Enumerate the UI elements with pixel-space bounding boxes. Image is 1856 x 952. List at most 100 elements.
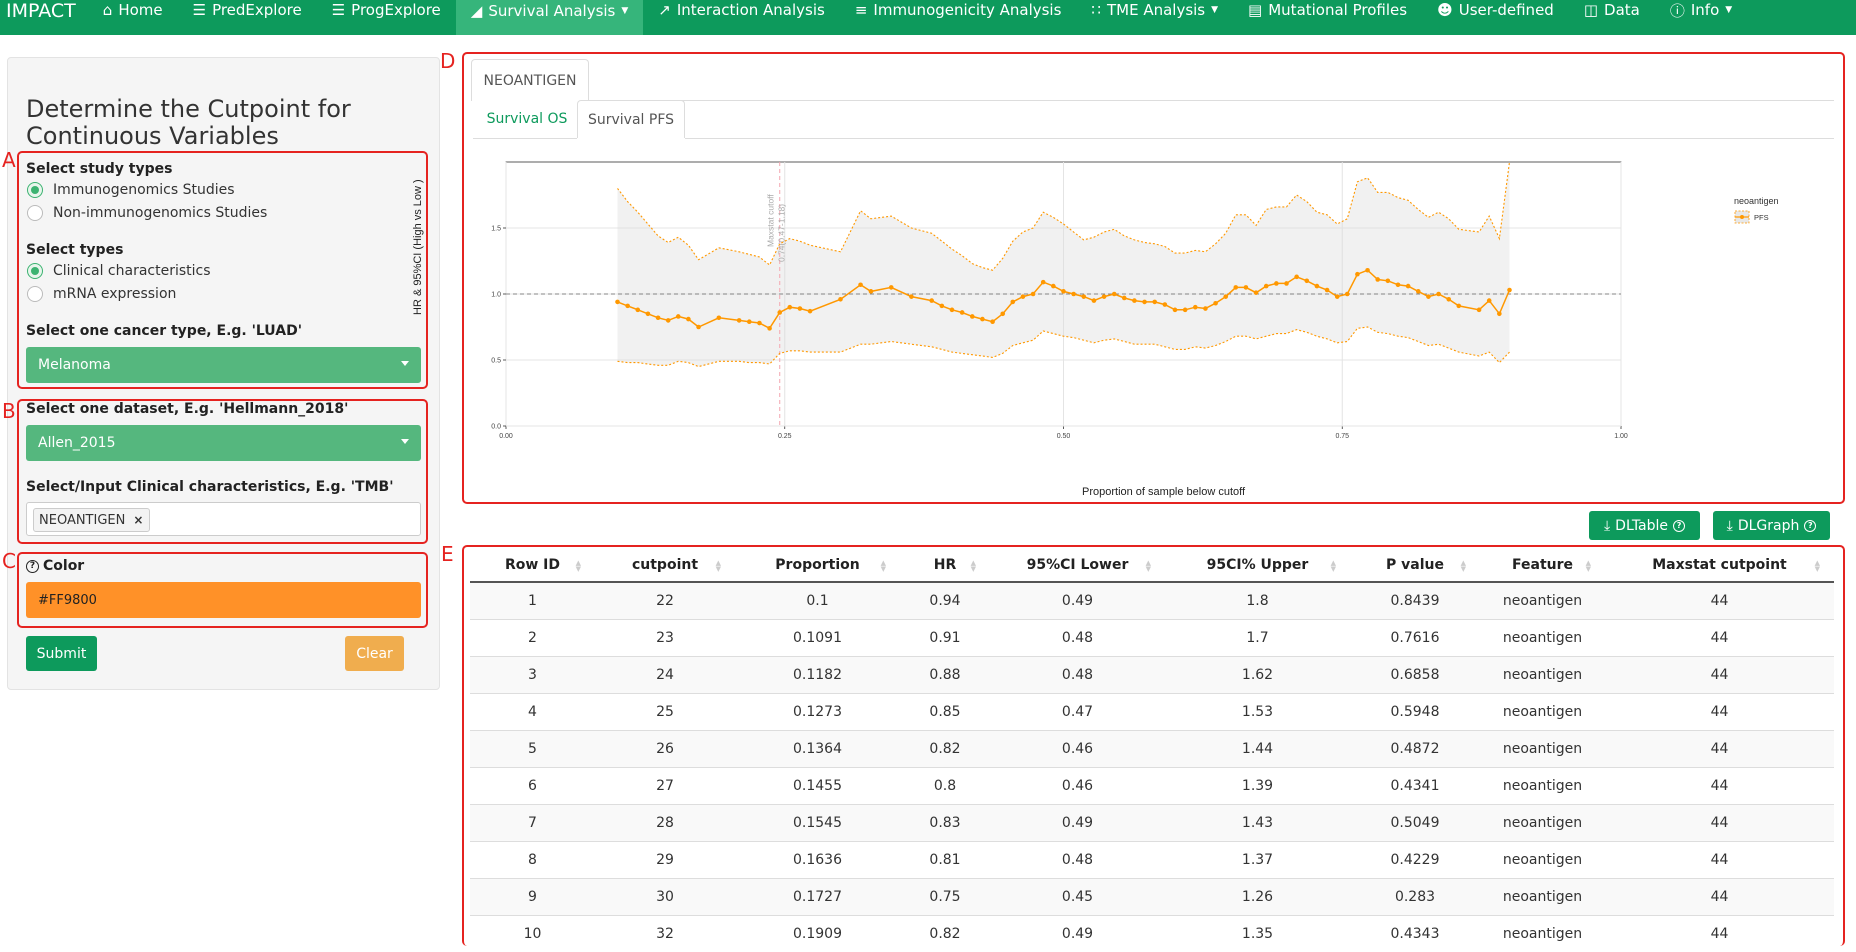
table-cell: 26 bbox=[595, 729, 735, 767]
nav-interaction-analysis[interactable]: ↗ Interaction Analysis bbox=[643, 0, 840, 28]
table-cell: 1.44 bbox=[1165, 729, 1350, 767]
radio-mrna[interactable]: mRNA expression bbox=[27, 286, 176, 302]
clear-button[interactable]: Clear bbox=[345, 636, 404, 671]
table-row[interactable]: 6 27 0.1455 0.8 0.46 1.39 0.4341 neoantigen 44 bbox=[470, 766, 1834, 804]
sort-icon: ▲ ▼ bbox=[1585, 559, 1591, 573]
dl-table-button[interactable]: ⤓ DLTable? bbox=[1589, 511, 1700, 540]
hr-point bbox=[615, 299, 620, 305]
table-cell: 0.4229 bbox=[1350, 840, 1480, 878]
table-row[interactable]: 4 25 0.1273 0.85 0.47 1.53 0.5948 neoantigen 44 bbox=[470, 692, 1834, 730]
help-icon[interactable]: ? bbox=[26, 559, 39, 573]
table-cell: 7 bbox=[470, 803, 595, 841]
col-feature[interactable]: Feature ▲ ▼ bbox=[1480, 548, 1605, 583]
nav-progexplore[interactable]: ☰ ProgExplore bbox=[317, 0, 456, 28]
hr-point bbox=[1081, 294, 1087, 299]
hr-point bbox=[625, 303, 630, 309]
table-cell: 0.1455 bbox=[735, 766, 900, 804]
table-row[interactable]: 3 24 0.1182 0.88 0.48 1.62 0.6858 neoantigen 44 bbox=[470, 655, 1834, 693]
radio-non-immunogenomics[interactable]: Non-immunogenomics Studies bbox=[27, 205, 267, 221]
nav-data[interactable]: ◫ Data bbox=[1569, 0, 1655, 28]
col-p-value[interactable]: P value ▲ ▼ bbox=[1350, 548, 1480, 583]
annotation-label-b: B bbox=[2, 399, 16, 423]
nav-immunogenicity-analysis[interactable]: ≡ Immunogenicity Analysis bbox=[840, 0, 1077, 28]
table-cell: 0.8 bbox=[900, 766, 990, 804]
table-cell: 0.82 bbox=[900, 914, 990, 952]
table-cell: 0.82 bbox=[900, 729, 990, 767]
table-cell: 0.1636 bbox=[735, 840, 900, 878]
hr-point bbox=[716, 315, 722, 321]
table-row[interactable]: 9 30 0.1727 0.75 0.45 1.26 0.283 neoantigen 44 bbox=[470, 877, 1834, 915]
clinical-characteristics-input[interactable]: NEOANTIGEN × bbox=[26, 502, 421, 536]
color-input[interactable]: #FF9800 bbox=[26, 582, 421, 618]
table-cell: 28 bbox=[595, 803, 735, 841]
nav-home[interactable]: ⌂ Home bbox=[88, 0, 178, 28]
hr-point bbox=[797, 306, 803, 311]
list-icon: ☰ bbox=[331, 1, 346, 19]
table-cell: neoantigen bbox=[1480, 877, 1605, 915]
table-cell: 0.48 bbox=[990, 618, 1165, 656]
table-cell: 29 bbox=[595, 840, 735, 878]
line-chart-icon: ↗ bbox=[658, 1, 671, 19]
table-row[interactable]: 8 29 0.1636 0.81 0.48 1.37 0.4229 neoantigen 44 bbox=[470, 840, 1834, 878]
table-cell: 0.5948 bbox=[1350, 692, 1480, 730]
help-icon: ? bbox=[1804, 519, 1817, 532]
nav-tme-analysis[interactable]: ∷ TME Analysis ▼ bbox=[1076, 0, 1233, 28]
brand-logo[interactable]: IMPACT bbox=[0, 0, 88, 29]
table-cell: 0.46 bbox=[990, 766, 1165, 804]
nav-info[interactable]: ⓘ Info ▼ bbox=[1655, 0, 1747, 28]
tab-survival-pfs[interactable]: Survival PFS bbox=[577, 100, 685, 138]
hr-point bbox=[1446, 296, 1452, 302]
table-cell: 0.1091 bbox=[735, 618, 900, 656]
nav-user-defined[interactable]: ☻ User-defined bbox=[1422, 0, 1569, 28]
col-ci-upper[interactable]: 95CI% Upper ▲ ▼ bbox=[1165, 548, 1350, 583]
table-cell: neoantigen bbox=[1480, 840, 1605, 878]
radio-immunogenomics[interactable]: Immunogenomics Studies bbox=[27, 182, 235, 198]
table-row[interactable]: 5 26 0.1364 0.82 0.46 1.44 0.4872 neoantigen 44 bbox=[470, 729, 1834, 767]
sort-icon: ▲ ▼ bbox=[1330, 559, 1336, 573]
tab-neoantigen[interactable]: NEOANTIGEN bbox=[471, 59, 589, 101]
submit-button[interactable]: Submit bbox=[26, 636, 97, 671]
tab-survival-os[interactable]: Survival OS bbox=[477, 100, 577, 138]
cancer-type-select[interactable]: Melanoma bbox=[26, 347, 421, 383]
table-header-row: Row ID ▲ ▼ cutpoint ▲ ▼ Proportion ▲ ▼ HR ▲ ▼ 95… bbox=[470, 548, 1834, 583]
hr-point bbox=[909, 294, 914, 299]
col-hr[interactable]: HR ▲ ▼ bbox=[900, 548, 990, 583]
nav-survival-analysis[interactable]: ◢ Survival Analysis ▼ bbox=[455, 0, 644, 35]
col-maxstat-cutpoint[interactable]: Maxstat cutpoint ▲ ▼ bbox=[1605, 548, 1834, 583]
hr-point bbox=[1172, 307, 1178, 313]
table-cell: 0.45 bbox=[990, 877, 1165, 915]
nav-mutational-profiles[interactable]: ▤ Mutational Profiles bbox=[1233, 0, 1422, 28]
dl-graph-button[interactable]: ⤓ DLGraph? bbox=[1713, 511, 1830, 540]
nav-predexplore[interactable]: ☰ PredExplore bbox=[178, 0, 317, 28]
table-cell: 5 bbox=[470, 729, 595, 767]
col-cutpoint[interactable]: cutpoint ▲ ▼ bbox=[595, 548, 735, 583]
radio-dot-checked bbox=[27, 263, 43, 279]
table-cell: 0.1545 bbox=[735, 803, 900, 841]
x-axis-label: Proportion of sample below cutoff bbox=[1082, 486, 1246, 498]
hr-point bbox=[767, 326, 772, 331]
col-row-id[interactable]: Row ID ▲ ▼ bbox=[470, 548, 595, 583]
x-tick-label: 0.00 bbox=[499, 433, 513, 440]
table-row[interactable]: 7 28 0.1545 0.83 0.49 1.43 0.5049 neoantigen 44 bbox=[470, 803, 1834, 841]
table-row[interactable]: 10 32 0.1909 0.82 0.49 1.35 0.4343 neoantigen 44 bbox=[470, 914, 1834, 952]
hr-point bbox=[929, 298, 935, 303]
types-label: Select types bbox=[26, 242, 124, 258]
table-cell: neoantigen bbox=[1480, 618, 1605, 656]
tag-remove-icon[interactable]: × bbox=[133, 513, 143, 527]
table-row[interactable]: 1 22 0.1 0.94 0.49 1.8 0.8439 neoantigen 44 bbox=[470, 581, 1834, 619]
x-tick-label: 0.25 bbox=[778, 433, 792, 440]
hr-point bbox=[1101, 294, 1107, 299]
hr-point bbox=[1476, 307, 1482, 313]
sort-icon: ▲ ▼ bbox=[715, 559, 721, 573]
dataset-select[interactable]: Allen_2015 bbox=[26, 425, 421, 461]
table-cell: 8 bbox=[470, 840, 595, 878]
hr-point bbox=[1010, 299, 1016, 305]
hr-point bbox=[1344, 291, 1350, 297]
col-proportion[interactable]: Proportion ▲ ▼ bbox=[735, 548, 900, 583]
hr-point bbox=[1091, 298, 1097, 303]
col-ci-lower[interactable]: 95%CI Lower ▲ ▼ bbox=[990, 548, 1165, 583]
table-row[interactable]: 2 23 0.1091 0.91 0.48 1.7 0.7616 neoantigen 44 bbox=[470, 618, 1834, 656]
radio-clinical[interactable]: Clinical characteristics bbox=[27, 263, 211, 279]
hr-point bbox=[1385, 278, 1391, 284]
table-cell: neoantigen bbox=[1480, 581, 1605, 619]
